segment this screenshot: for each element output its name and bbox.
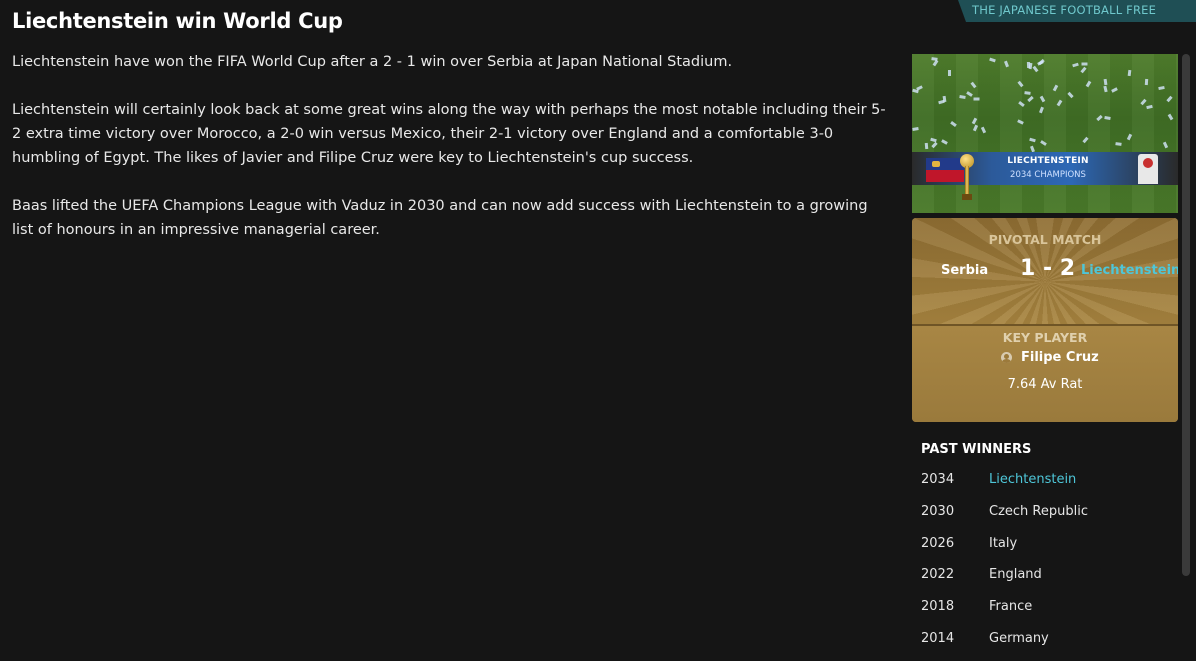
- confetti-piece: [924, 142, 929, 150]
- banner-title: LIECHTENSTEIN: [1007, 156, 1089, 166]
- key-player-name: Filipe Cruz: [1021, 350, 1099, 365]
- liechtenstein-flag-icon: [926, 158, 964, 182]
- world-cup-logo-icon: [1138, 154, 1158, 184]
- winner-team-link[interactable]: France: [989, 599, 1032, 614]
- list-item: 2022 England: [921, 567, 1171, 599]
- winner-team-link[interactable]: Italy: [989, 536, 1017, 551]
- winner-year: 2014: [921, 630, 955, 646]
- person-icon: [1001, 352, 1012, 363]
- away-team-link[interactable]: Liechtenstein: [1081, 263, 1178, 278]
- scrollbar[interactable]: [1182, 54, 1190, 576]
- confetti-piece: [1026, 61, 1031, 69]
- key-player-link[interactable]: Filipe Cruz: [1001, 350, 1099, 365]
- pivotal-match-panel: PIVOTAL MATCH Serbia 1 - 2 Liechtenstein…: [912, 218, 1178, 422]
- match-score[interactable]: 1 - 2: [1020, 256, 1075, 281]
- confetti-piece: [948, 70, 951, 76]
- list-item: 2026 Italy: [921, 536, 1171, 568]
- past-winners-title: PAST WINNERS: [921, 442, 1032, 457]
- article-paragraph: Liechtenstein have won the FIFA World Cu…: [12, 54, 733, 70]
- list-item: 2034 Liechtenstein: [921, 472, 1171, 504]
- article-paragraph: Baas lifted the UEFA Champions League wi…: [12, 198, 868, 238]
- confetti-piece: [1103, 78, 1108, 86]
- winner-year: 2034: [921, 472, 955, 487]
- champions-banner-image: LIECHTENSTEIN 2034 CHAMPIONS: [912, 54, 1178, 213]
- list-item: 2030 Czech Republic: [921, 504, 1171, 536]
- banner-subtitle: 2034 CHAMPIONS: [1010, 170, 1086, 180]
- winner-team-link[interactable]: Germany: [989, 631, 1049, 646]
- key-player-label: KEY PLAYER: [1002, 330, 1088, 345]
- confetti-piece: [973, 97, 980, 101]
- article-body: Liechtenstein have won the FIFA World Cu…: [12, 50, 892, 266]
- winner-year: 2026: [921, 535, 955, 551]
- winner-team-link[interactable]: England: [989, 567, 1042, 582]
- article-paragraph: Liechtenstein will certainly look back a…: [12, 102, 886, 166]
- list-item: 2018 France: [921, 599, 1171, 631]
- winner-year: 2022: [921, 567, 955, 583]
- winner-year: 2030: [921, 503, 955, 519]
- press-tag: THE JAPANESE FOOTBALL FREE PRESS: [958, 0, 1196, 22]
- confetti-piece: [1024, 91, 1031, 95]
- pivotal-match-label: PIVOTAL MATCH: [988, 232, 1102, 247]
- winner-team-link[interactable]: Liechtenstein: [989, 472, 1076, 487]
- list-item: 2014 Germany: [921, 631, 1171, 661]
- trophy-icon: [960, 154, 974, 204]
- past-winners-list: 2034 Liechtenstein 2030 Czech Republic 2…: [921, 472, 1171, 661]
- headline: Liechtenstein win World Cup: [12, 9, 343, 33]
- confetti-piece: [1115, 142, 1122, 146]
- confetti-piece: [1081, 62, 1088, 66]
- home-team-name[interactable]: Serbia: [941, 263, 988, 278]
- confetti-piece: [1144, 78, 1149, 86]
- winner-team-link[interactable]: Czech Republic: [989, 504, 1088, 519]
- key-player-rating: 7.64 Av Rat: [1007, 377, 1083, 392]
- winner-year: 2018: [921, 599, 955, 615]
- pitch-stripes: [912, 54, 1178, 213]
